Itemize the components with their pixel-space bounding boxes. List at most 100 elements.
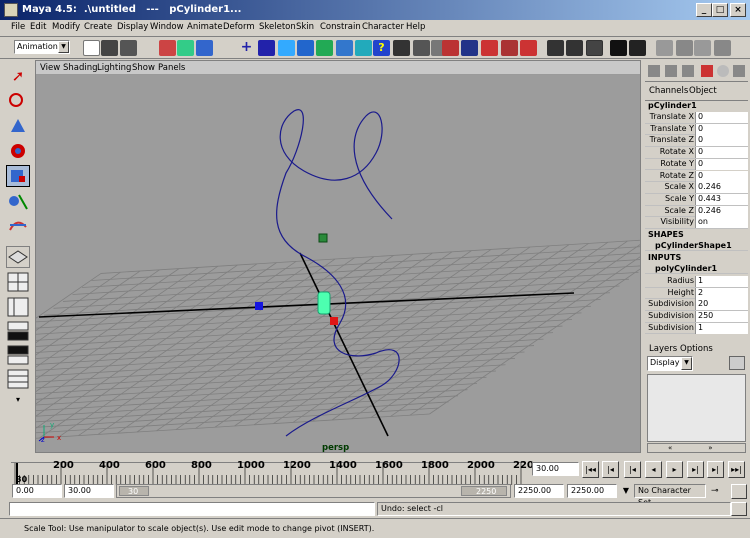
output-ops-icon[interactable] [355,40,372,56]
go-to-start-icon[interactable]: |◂◂ [582,461,599,478]
channels-menu[interactable]: Channels [649,86,688,96]
options-menu[interactable]: Options [680,344,713,354]
panel-menu-view[interactable]: View [40,63,60,73]
input-attr-label[interactable]: Height [668,288,694,297]
render-globals-icon[interactable] [442,40,459,56]
last-tool-icon[interactable] [6,214,30,236]
maya-app-icon[interactable] [4,3,18,17]
channel-label[interactable]: Rotate Y [660,159,694,168]
paint-effects-icon[interactable] [481,40,498,56]
menu-constrain[interactable]: Constrain [320,22,361,32]
snap-view-plane-icon[interactable] [297,40,314,56]
input-attr-value-field[interactable]: 2 [695,287,748,299]
snap-curve-icon[interactable] [258,40,275,56]
channel-value-field[interactable]: 0 [695,170,748,182]
character-set-icon[interactable]: ▼ [619,484,633,498]
more-layouts-icon[interactable]: ▾ [6,392,30,408]
layer-list[interactable] [647,374,746,442]
new-scene-icon[interactable] [83,40,100,56]
hypershade-icon[interactable] [461,40,478,56]
channel-value-field[interactable]: 0.246 [695,205,748,217]
layer-display-dropdown[interactable]: Display ▼ [647,356,693,371]
layers-menu[interactable]: Layers [649,344,677,354]
channel-value-field[interactable]: 0.443 [695,193,748,205]
menu-display[interactable]: Display [117,22,148,32]
channel-row[interactable]: Scale Y 0.443 [645,193,748,206]
persp-hypergraph-layout-icon[interactable] [6,368,30,390]
scale-z-handle[interactable] [330,317,338,325]
menu-window[interactable]: Window [150,22,184,32]
construction-history-icon[interactable] [393,40,410,56]
make-live-icon[interactable] [316,40,333,56]
menu-edit[interactable]: Edit [30,22,46,32]
panel-menu-show[interactable]: Show [132,63,155,73]
range-slider[interactable]: 30 2250 [116,484,511,498]
sound-icon[interactable] [656,40,673,56]
channel-label[interactable]: Scale Z [664,206,694,215]
playblast-icon[interactable] [610,40,627,56]
channel-row[interactable]: Translate Y0 [645,123,748,136]
scene-canvas[interactable]: y x z [36,61,641,453]
persp-outliner-layout-icon[interactable] [6,296,30,318]
shape-name[interactable]: pCylinderShape1 [645,241,748,251]
magnet-icon[interactable] [501,40,518,56]
panel-menu-panels[interactable]: Panels [158,63,185,73]
channel-label[interactable]: Scale X [664,182,694,191]
menu-help[interactable]: Help [406,22,425,32]
channel-value-field[interactable]: on [695,217,748,229]
persp-viewport[interactable]: y x z View Shading Lighting Show Panels … [35,60,641,453]
snap-point-icon[interactable] [278,40,295,56]
clapboard-icon[interactable] [629,40,646,56]
channel-box-icon[interactable] [733,65,745,77]
select-hierarchy-icon[interactable] [159,40,176,56]
attribute-editor-icon[interactable] [701,65,713,77]
input-attr-label[interactable]: Subdivision [648,323,694,332]
menu-file[interactable]: File [11,22,25,32]
object-menu[interactable]: Object [689,86,717,96]
layer-scrollbar[interactable]: «» [647,443,746,453]
persp-graph-layout-icon[interactable] [6,320,30,342]
channel-row[interactable]: Scale X 0.246 [645,182,748,194]
select-component-icon[interactable] [196,40,213,56]
snap-grid-icon[interactable]: + [238,40,255,56]
channel-label[interactable]: Rotate Z [660,171,694,180]
scale-tool-icon[interactable] [6,165,30,187]
input-attr-row[interactable]: Radius 1 [645,276,748,288]
single-pane-layout-icon[interactable] [6,246,30,268]
channel-box-toggle-icon[interactable] [714,40,731,56]
channel-value-field[interactable]: 0.246 [695,182,748,194]
channel-row[interactable]: Rotate Z0 [645,170,748,183]
channel-layout-2-icon[interactable] [665,65,677,77]
current-time-field[interactable]: 30.00 [532,462,579,476]
tool-settings-icon[interactable] [717,65,729,77]
menu-deform[interactable]: Deform [223,22,255,32]
render-icon[interactable] [413,40,430,56]
step-forward-frame-icon[interactable]: ▸| [687,461,704,478]
channel-label[interactable]: Translate Y [650,124,694,133]
menu-set-dropdown[interactable]: Animation ▼ [14,40,70,54]
playback-end-field[interactable]: 2250.00 [514,484,564,498]
lasso-tool-icon[interactable] [6,90,30,112]
channel-label[interactable]: Visibility [660,217,694,226]
move-tool-icon[interactable] [6,115,30,137]
new-layer-icon[interactable] [729,356,745,370]
channel-layout-icon[interactable] [648,65,660,77]
step-forward-key-icon[interactable]: ▸| [707,461,724,478]
minimize-button[interactable]: _ [696,3,712,17]
playback-start-field[interactable]: 30.00 [64,484,114,498]
hypershade-layout-icon[interactable] [6,344,30,366]
graph-editor-icon[interactable] [566,40,583,56]
input-ops-icon[interactable] [336,40,353,56]
script-editor-icon[interactable] [731,502,747,516]
channel-value-field[interactable]: 0 [695,112,748,123]
channel-value-field[interactable]: 0 [695,123,748,135]
rotate-tool-icon[interactable] [6,140,30,162]
menu-skin[interactable]: Skin [296,22,314,32]
menu-character[interactable]: Character [362,22,404,32]
channel-row[interactable]: Translate Z0 [645,135,748,148]
show-manipulator-icon[interactable] [6,190,30,212]
go-to-end-icon[interactable]: ▸▸| [728,461,745,478]
channel-label[interactable]: Translate Z [650,135,694,144]
nurbs-curve[interactable] [276,109,400,437]
open-scene-icon[interactable] [101,40,118,56]
